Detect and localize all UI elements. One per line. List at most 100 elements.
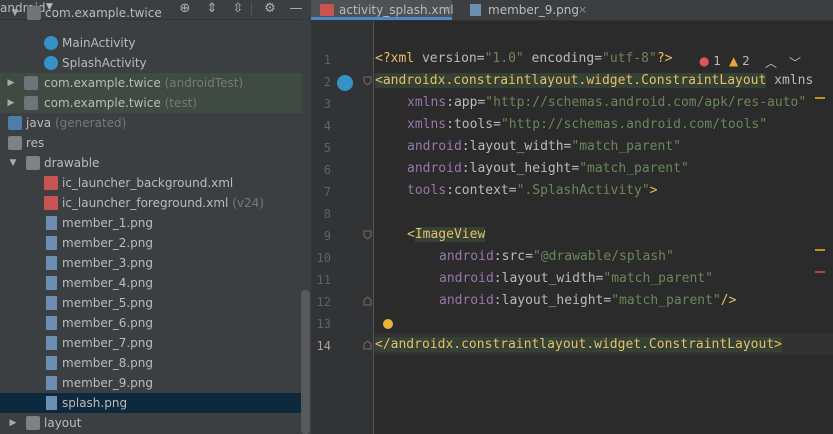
tree-item-file[interactable]: member_6.png bbox=[0, 313, 302, 333]
tree-item-package-test[interactable]: ▶ com.example.twice (test) bbox=[0, 93, 302, 113]
project-panel: android ▼ ⊕ ⇕ ⇳ ⚙ — ▼ com.example.twice … bbox=[0, 0, 311, 434]
tree-item-package[interactable]: ▼ com.example.twice bbox=[0, 3, 302, 23]
tree-item-label: res bbox=[26, 136, 45, 150]
tree-item-file[interactable]: member_5.png bbox=[0, 293, 302, 313]
close-icon[interactable]: × bbox=[443, 0, 452, 20]
image-file-icon bbox=[46, 216, 57, 230]
chevron-down-icon[interactable]: ▼ bbox=[10, 3, 20, 23]
line-number: 4 bbox=[323, 119, 331, 133]
tree-item-file[interactable]: member_1.png bbox=[0, 213, 302, 233]
image-file-icon bbox=[46, 356, 57, 370]
tab-activity-splash[interactable]: activity_splash.xml × bbox=[311, 0, 454, 20]
tree-item-splash-activity[interactable]: SplashActivity bbox=[0, 53, 302, 73]
warning-count: 2 bbox=[742, 54, 750, 68]
error-stripe[interactable] bbox=[815, 271, 825, 273]
image-file-icon bbox=[470, 4, 481, 16]
tab-member-9[interactable]: member_9.png × bbox=[461, 0, 591, 20]
chevron-right-icon[interactable]: ▶ bbox=[8, 413, 18, 433]
tree-item-file[interactable]: member_2.png bbox=[0, 233, 302, 253]
tree-item-label: member_1.png bbox=[62, 216, 153, 230]
line-number: 13 bbox=[316, 317, 331, 331]
gutter-divider bbox=[373, 21, 374, 434]
scrollbar-thumb[interactable] bbox=[301, 290, 310, 434]
xml-file-icon bbox=[320, 4, 334, 16]
xml-file-icon bbox=[44, 196, 58, 210]
tree-item-drawable[interactable]: ▼ drawable bbox=[0, 153, 302, 173]
chevron-right-icon[interactable]: ▶ bbox=[6, 93, 16, 113]
line-number: 3 bbox=[323, 97, 331, 111]
tree-item-label: layout bbox=[44, 416, 82, 430]
package-icon bbox=[24, 76, 38, 90]
chevron-up-icon[interactable]: ︿ bbox=[765, 54, 777, 71]
tree-item-file[interactable]: member_9.png bbox=[0, 373, 302, 393]
fold-end-icon[interactable] bbox=[363, 340, 372, 350]
tree-item-file[interactable]: ic_launcher_background.xml bbox=[0, 173, 302, 193]
code-line-9: <ImageView bbox=[407, 227, 486, 242]
editor-tabs: activity_splash.xml × member_9.png × bbox=[311, 0, 833, 21]
tree-item-file[interactable]: ic_launcher_foreground.xml (v24) bbox=[0, 193, 302, 213]
tree-item-file-selected[interactable]: splash.png bbox=[0, 393, 302, 413]
code-line-1: <?xml version="1.0" encoding="utf-8"?> bbox=[375, 51, 673, 66]
tree-item-label: com.example.twice bbox=[45, 6, 162, 20]
tree-item-res[interactable]: res bbox=[0, 133, 302, 153]
tree-item-label: drawable bbox=[44, 156, 100, 170]
bulb-icon[interactable] bbox=[383, 319, 393, 329]
chevron-down-icon[interactable]: ﹀ bbox=[789, 54, 801, 71]
tree-item-file[interactable]: member_3.png bbox=[0, 253, 302, 273]
tree-item-label: SplashActivity bbox=[62, 56, 147, 70]
fold-marker-icon[interactable] bbox=[363, 76, 372, 86]
code-line-10: android:src="@drawable/splash" bbox=[439, 249, 674, 264]
folder-icon bbox=[8, 116, 22, 130]
tree-item-label: member_4.png bbox=[62, 276, 153, 290]
tab-label: member_9.png bbox=[488, 3, 579, 17]
code-line-14: </androidx.constraintlayout.widget.Const… bbox=[375, 337, 782, 352]
chevron-right-icon[interactable]: ▶ bbox=[6, 73, 16, 93]
fold-marker-icon[interactable] bbox=[363, 230, 372, 240]
line-number: 2 bbox=[323, 75, 331, 89]
line-number: 8 bbox=[323, 207, 331, 221]
tree-item-label: member_2.png bbox=[62, 236, 153, 250]
line-number: 12 bbox=[316, 295, 331, 309]
warning-stripe[interactable] bbox=[815, 97, 825, 99]
image-file-icon bbox=[46, 296, 57, 310]
tree-item-suffix: (generated) bbox=[54, 116, 127, 130]
line-number: 5 bbox=[323, 141, 331, 155]
line-number: 1 bbox=[323, 53, 331, 67]
tree-item-java-generated[interactable]: java (generated) bbox=[0, 113, 302, 133]
tree-item-label: member_7.png bbox=[62, 336, 153, 350]
tree-item-file[interactable]: member_8.png bbox=[0, 353, 302, 373]
tree-item-file[interactable]: member_7.png bbox=[0, 333, 302, 353]
code-line-7: tools:context=".SplashActivity"> bbox=[407, 183, 658, 198]
tree-item-main-activity[interactable]: MainActivity bbox=[0, 33, 302, 53]
warning-stripe[interactable] bbox=[815, 249, 825, 251]
code-editor[interactable]: 1 2 3 4 5 6 7 8 9 10 11 12 13 14 <?xml v… bbox=[311, 21, 833, 434]
line-number: 14 bbox=[316, 339, 331, 353]
warning-icon[interactable]: ▲ 2 bbox=[729, 54, 750, 68]
tree-item-layout[interactable]: ▶ layout bbox=[0, 413, 302, 433]
error-count: 1 bbox=[713, 54, 721, 68]
code-line-3: xmlns:app="http://schemas.android.com/ap… bbox=[407, 95, 807, 110]
error-icon[interactable]: ● 1 bbox=[699, 54, 721, 68]
tree-item-suffix: (test) bbox=[164, 96, 197, 110]
folder-icon bbox=[8, 136, 22, 150]
code-line-2: <androidx.constraintlayout.widget.Constr… bbox=[375, 73, 814, 88]
image-file-icon bbox=[46, 276, 57, 290]
tree-item-label: member_9.png bbox=[62, 376, 153, 390]
xml-file-icon bbox=[44, 176, 58, 190]
package-icon bbox=[27, 6, 41, 20]
package-icon bbox=[24, 96, 38, 110]
chevron-down-icon[interactable]: ▼ bbox=[8, 153, 18, 173]
activity-gutter-icon[interactable] bbox=[337, 75, 353, 91]
folder-icon bbox=[26, 156, 40, 170]
tree-item-package-androidtest[interactable]: ▶ com.example.twice (androidTest) bbox=[0, 73, 302, 93]
code-line-11: android:layout_width="match_parent" bbox=[439, 271, 713, 286]
fold-end-icon[interactable] bbox=[363, 296, 372, 306]
tree-item-file[interactable]: member_4.png bbox=[0, 273, 302, 293]
close-icon[interactable]: × bbox=[578, 0, 587, 20]
image-file-icon bbox=[46, 376, 57, 390]
tree-item-suffix: (androidTest) bbox=[164, 76, 244, 90]
image-file-icon bbox=[46, 316, 57, 330]
tree-item-label: member_6.png bbox=[62, 316, 153, 330]
image-file-icon bbox=[46, 396, 57, 410]
tree-item-label: com.example.twice bbox=[44, 76, 161, 90]
